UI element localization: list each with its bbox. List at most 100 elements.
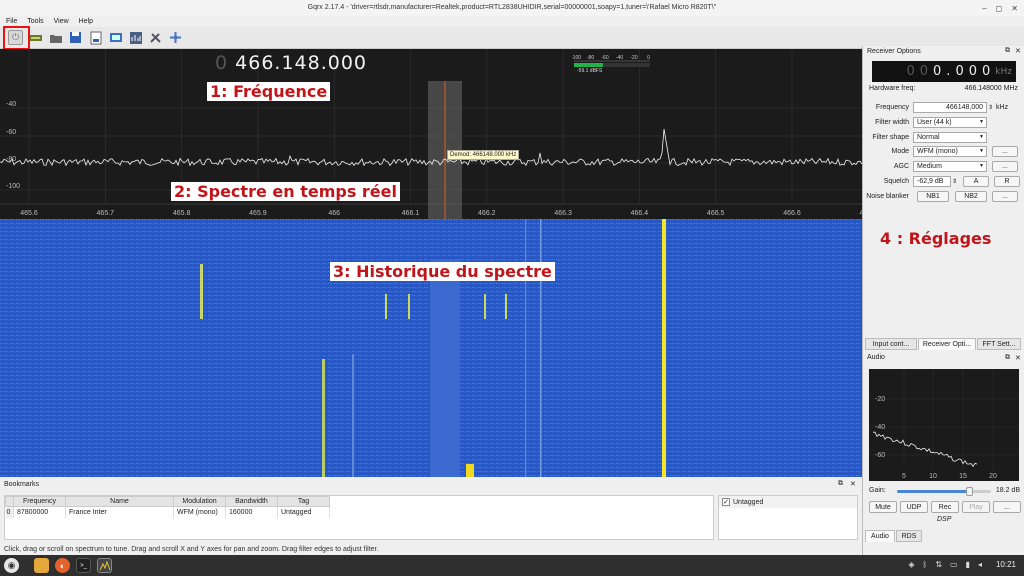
cell-name[interactable]: France Inter [65,506,174,518]
y-tick-label: -80 [6,156,16,163]
lnb-digit: 0 [955,64,964,79]
panel-close-icon[interactable]: ✕ [850,480,856,488]
panel-close-icon[interactable]: ✕ [1015,47,1021,55]
mode-options-button[interactable]: ... [992,145,1018,157]
lnb-digit: 0 [968,64,977,79]
menu-help[interactable]: Help [79,16,93,27]
audio-buttons: Mute UDP Rec Play ... [869,501,1021,513]
shield-icon[interactable]: ◈ [908,560,914,569]
frequency-label: Frequency [875,103,909,111]
device-icon[interactable] [28,30,43,45]
squelch-spinbox[interactable]: -62,9 dB [913,175,951,187]
dropdown-arrow-icon: ▼ [979,163,984,169]
noise-blanker-label: Noise blanker [866,192,909,200]
tab-input-controls[interactable]: Input cont... [865,338,917,350]
squelch-reset-button[interactable]: R [994,175,1021,187]
terminal-icon[interactable]: >_ [76,558,91,573]
x-tick-label: 466.6 [783,210,801,217]
tab-receiver-options[interactable]: Receiver Opti... [918,338,976,350]
noise-blanker-options-button[interactable]: ... [992,190,1018,202]
frequency-value[interactable]: 466.148.000 [235,52,367,74]
files-icon[interactable] [34,558,49,573]
spinbox-arrows-icon[interactable]: ⇕ [988,104,993,111]
rec-button[interactable]: Rec [931,501,959,513]
nb2-button[interactable]: NB2 [955,190,987,202]
table-header-frequency[interactable]: Frequency [13,496,66,507]
dropdown-arrow-icon: ▼ [979,148,984,154]
filter-shape-select[interactable]: Normal ▼ [913,131,987,143]
audio-options-button[interactable]: ... [993,501,1021,513]
panel-undock-icon[interactable]: ⧉ [1005,47,1010,55]
gain-slider[interactable] [897,487,991,496]
document-icon[interactable] [88,30,103,45]
audio-y-tick: -40 [875,424,885,431]
window-title-bar: Gqrx 2.17.4 - 'driver=rtlsdr,manufacture… [0,0,1024,16]
audio-y-tick: -20 [875,396,885,403]
lnb-digit: . [946,64,951,79]
mute-button[interactable]: Mute [869,501,897,513]
display-icon[interactable] [108,30,123,45]
frequency-spinbox[interactable]: 466148,000 [913,101,987,113]
filter-width-select[interactable]: User (44 k) ▼ [913,116,987,128]
udp-button[interactable]: UDP [900,501,928,513]
spectrum-canvas[interactable]: -40 -60 -80 -100 465.6 465.7 465.8 465.9 466 466… [0,49,862,219]
maximize-icon[interactable]: ◻ [996,4,1003,13]
panel-undock-icon[interactable]: ⧉ [1005,354,1010,362]
cell-bandwidth[interactable]: 160000 [225,506,278,518]
squelch-auto-button[interactable]: A [963,175,990,187]
audio-x-tick: 15 [959,473,967,480]
filter-width-label: Filter width [875,118,909,126]
tools-icon[interactable] [148,30,163,45]
audio-x-tick: 20 [989,473,997,480]
squelch-label: Squelch [883,177,909,185]
lnb-digit: 0 [982,64,991,79]
battery-icon[interactable]: ▮ [966,560,970,569]
meter-tick-label: -20 [630,55,637,61]
save-icon[interactable] [68,30,83,45]
gqrx-task-icon[interactable] [97,558,112,573]
nb1-button[interactable]: NB1 [917,190,949,202]
spinbox-arrows-icon[interactable]: ⇕ [952,178,957,185]
display-tray-icon[interactable]: ▭ [950,560,958,569]
cell-tag[interactable]: Untagged [277,506,330,518]
start-menu-icon[interactable]: ◉ [4,558,19,573]
taskbar: ◉ ◐ >_ ◈ ᛒ ⇅ ▭ ▮ ◂ 10:21 [0,555,1024,576]
mode-select[interactable]: WFM (mono) ▼ [913,145,987,157]
close-icon[interactable]: ✕ [1011,4,1018,13]
network-icon[interactable]: ⇅ [935,560,942,569]
table-row[interactable]: 0 87800000 France Inter WFM (mono) 16000… [5,506,330,518]
waterfall-demod-band [430,259,460,477]
tab-audio[interactable]: Audio [865,530,895,542]
table-header-tag[interactable]: Tag [277,496,330,507]
cell-frequency[interactable]: 87800000 [13,506,66,518]
gain-slider-handle[interactable] [966,487,974,496]
menu-view[interactable]: View [54,16,69,27]
panel-undock-icon[interactable]: ⧉ [838,480,843,488]
table-header-name[interactable]: Name [65,496,174,507]
play-button[interactable]: Play [962,501,990,513]
lnb-frequency-display[interactable]: 0 0 0 . 0 0 0 kHz [872,61,1016,82]
volume-icon[interactable]: ◂ [978,560,982,569]
folder-icon[interactable] [48,30,63,45]
waterfall-signal-faint [525,219,527,477]
table-header-modulation[interactable]: Modulation [173,496,226,507]
cell-modulation[interactable]: WFM (mono) [173,506,226,518]
fft-icon[interactable] [128,30,143,45]
frequency-display[interactable]: 0 466.148.000 [215,52,367,74]
firefox-icon[interactable]: ◐ [55,558,70,573]
checkbox-checked-icon[interactable]: ✓ [722,498,730,506]
panel-close-icon[interactable]: ✕ [1015,354,1021,362]
tab-rds[interactable]: RDS [896,530,922,542]
tab-fft-settings[interactable]: FFT Sett... [977,338,1021,350]
move-icon[interactable] [168,30,183,45]
table-header-bandwidth[interactable]: Bandwidth [225,496,278,507]
tag-filter-item[interactable]: ✓ Untagged [719,496,857,508]
waterfall-plot[interactable] [0,219,862,477]
agc-select[interactable]: Medium ▼ [913,160,987,172]
x-tick-label: 466 [328,210,340,217]
spectrum-plot[interactable]: -40 -60 -80 -100 465.6 465.7 465.8 465.9 466 466… [0,49,862,219]
bluetooth-icon[interactable]: ᛒ [923,560,928,569]
tag-filter-label: Untagged [733,498,764,506]
agc-options-button[interactable]: ... [992,160,1018,172]
minimize-icon[interactable]: – [982,4,986,13]
